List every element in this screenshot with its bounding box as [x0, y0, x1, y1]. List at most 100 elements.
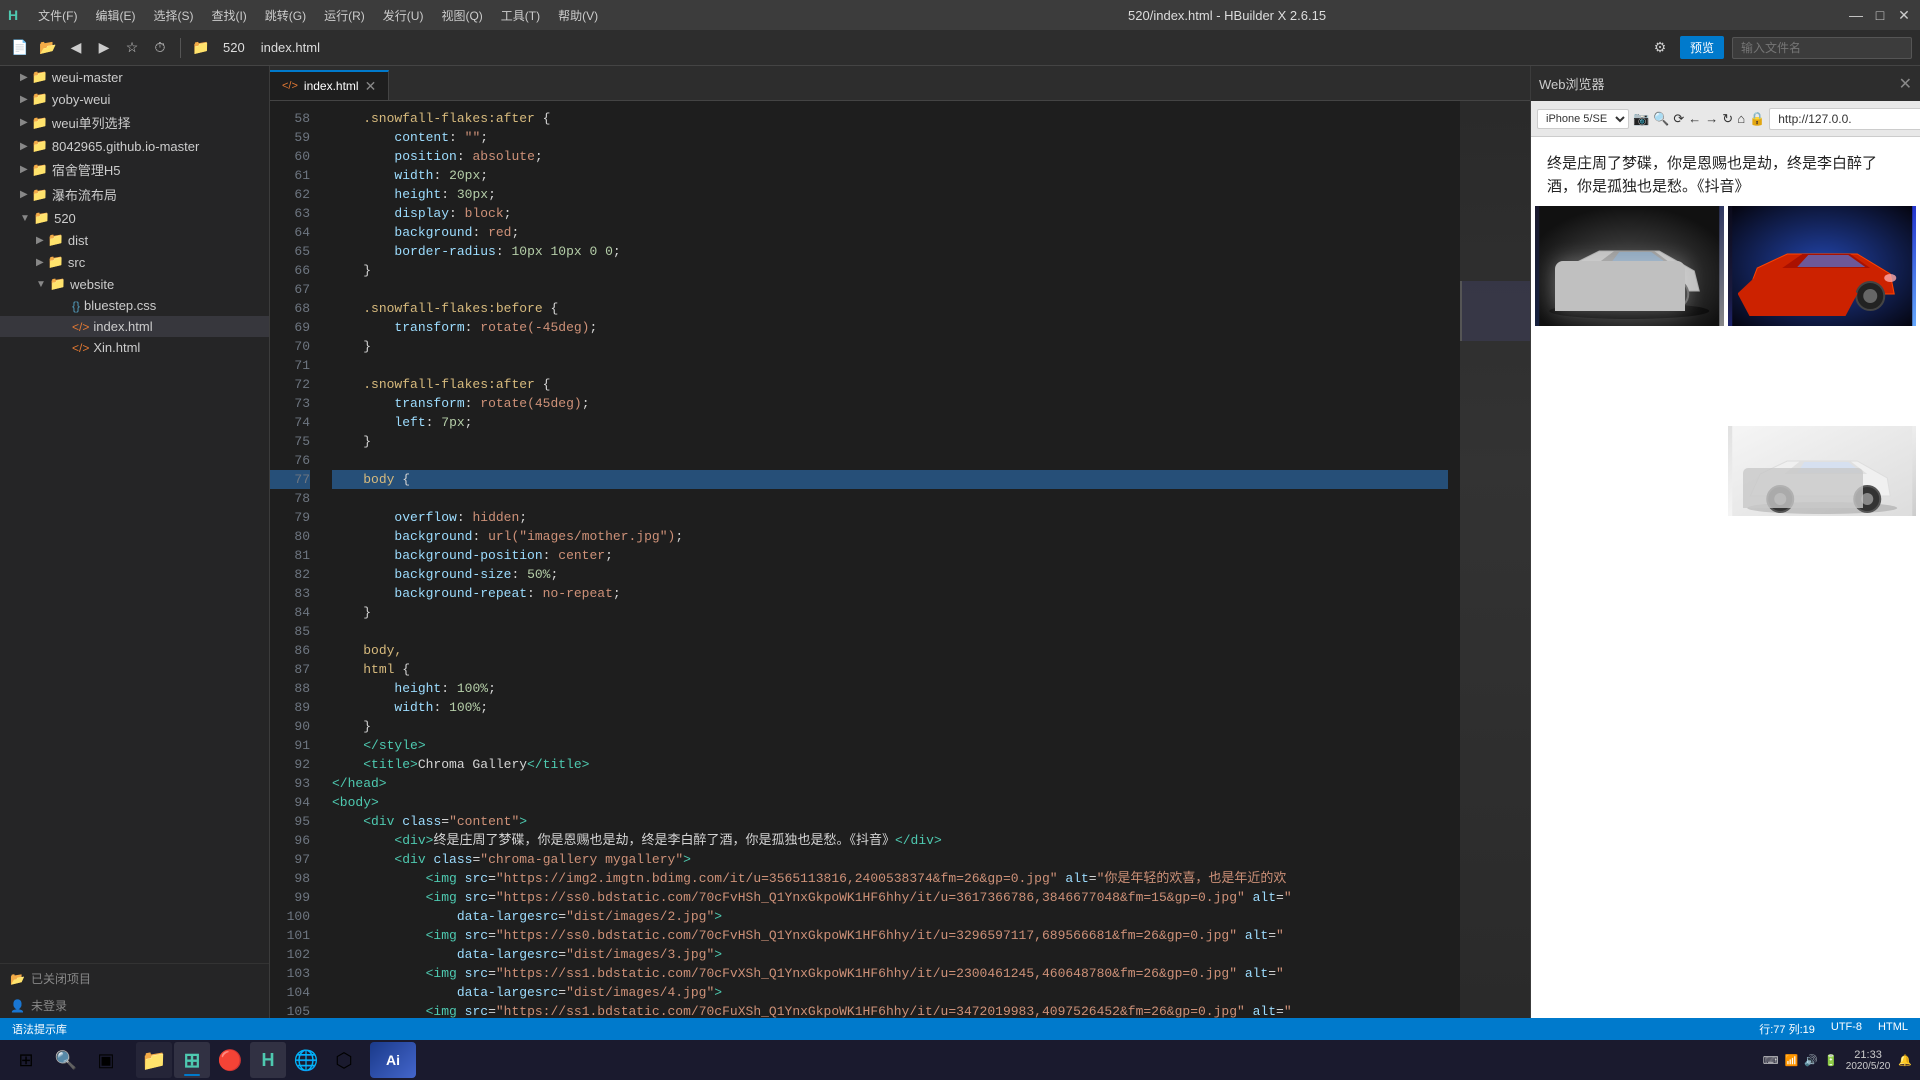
car-image-2 [1728, 206, 1917, 326]
open-button[interactable]: 📂 [36, 36, 60, 60]
file-search-input[interactable] [1732, 37, 1912, 59]
folder-explorer-button[interactable]: 📁 [189, 36, 213, 60]
sidebar-item-label: 宿舍管理H5 [52, 160, 121, 179]
sidebar-item-dorm[interactable]: ▶ 📁 宿舍管理H5 [0, 157, 269, 182]
expand-arrow: ▶ [20, 164, 28, 175]
tab-index-html[interactable]: </> index.html ✕ [270, 70, 389, 100]
ai-button[interactable]: Ai [370, 1042, 416, 1078]
tab-close-button[interactable]: ✕ [365, 78, 377, 95]
bookmark-button[interactable]: ☆ [120, 36, 144, 60]
login-status-label: 未登录 [31, 997, 67, 1014]
app-logo: H [8, 7, 18, 23]
app5-icon: ⬡ [335, 1048, 352, 1073]
vscode-icon: ⊞ [184, 1048, 201, 1073]
status-row-col: 行:77 列:19 [1759, 1021, 1815, 1037]
menu-goto[interactable]: 跳转(G) [257, 5, 314, 26]
browser-lock-button[interactable]: 🔒 [1749, 107, 1765, 131]
window-controls: — □ ✕ [1848, 7, 1912, 23]
tab-label: index.html [304, 79, 359, 93]
minimap-content [1460, 101, 1530, 1018]
status-bar: 语法提示库 行:77 列:19 UTF-8 HTML [0, 1018, 1920, 1040]
sidebar-item-waterfall[interactable]: ▶ 📁 瀑布流布局 [0, 182, 269, 207]
taskbar-hbuilder[interactable]: H [250, 1042, 286, 1078]
sidebar-item-weui-master[interactable]: ▶ 📁 weui-master [0, 66, 269, 88]
sidebar-item-github[interactable]: ▶ 📁 8042965.github.io-master [0, 135, 269, 157]
notification-button[interactable]: 🔔 [1898, 1054, 1912, 1067]
taskbar-chrome[interactable]: 🌐 [288, 1042, 324, 1078]
browser-refresh-button[interactable]: ↻ [1722, 107, 1733, 131]
maximize-button[interactable]: □ [1872, 7, 1888, 23]
code-container: 5859606162 6364656667 6869707172 7374757… [270, 101, 1530, 1018]
forward-button[interactable]: ▶ [92, 36, 116, 60]
taskbar-app5[interactable]: ⬡ [326, 1042, 362, 1078]
sidebar-spacer [0, 358, 269, 963]
sidebar-item-label: weui-master [52, 70, 123, 85]
menu-run[interactable]: 运行(R) [316, 5, 373, 26]
browser-title-bar: Web浏览器 ✕ [1531, 66, 1920, 101]
preview-blank-area [1531, 612, 1920, 1018]
browser-screenshot-button[interactable]: 📷 [1633, 107, 1649, 131]
sidebar-item-xin-html[interactable]: </> Xin.html [0, 337, 269, 358]
sidebar-item-src[interactable]: ▶ 📁 src [0, 251, 269, 273]
folder-icon: 📁 [32, 115, 48, 131]
minimize-button[interactable]: — [1848, 7, 1864, 23]
expand-arrow: ▶ [20, 94, 28, 105]
expand-arrow: ▶ [36, 257, 44, 268]
menu-view[interactable]: 视图(Q) [433, 5, 490, 26]
menu-file[interactable]: 文件(F) [30, 5, 85, 26]
folder-icon: 📁 [50, 276, 66, 292]
menu-tools[interactable]: 工具(T) [493, 5, 548, 26]
sidebar-item-label: index.html [93, 319, 152, 334]
browser-toolbar: iPhone 5/SE 📷 🔍 ⟳ ← → ↻ ⌂ 🔒 ⚙ [1531, 101, 1920, 137]
device-selector[interactable]: iPhone 5/SE [1537, 109, 1629, 129]
sidebar-item-label: dist [68, 233, 88, 248]
expand-arrow: ▶ [20, 117, 28, 128]
sidebar-item-dist[interactable]: ▶ 📁 dist [0, 229, 269, 251]
close-button[interactable]: ✕ [1896, 7, 1912, 23]
preview-button[interactable]: 预览 [1680, 36, 1724, 59]
back-button[interactable]: ◀ [64, 36, 88, 60]
menu-publish[interactable]: 发行(U) [375, 5, 432, 26]
volume-icon[interactable]: 🔊 [1804, 1054, 1818, 1067]
menu-edit[interactable]: 编辑(E) [87, 5, 143, 26]
expand-arrow: ▼ [20, 213, 30, 224]
code-editor[interactable]: .snowfall-flakes:after { content: ""; po… [320, 101, 1460, 1018]
menu-help[interactable]: 帮助(V) [550, 5, 606, 26]
ai-label: Ai [386, 1052, 400, 1068]
sidebar-item-index-html[interactable]: </> index.html [0, 316, 269, 337]
sidebar-item-bluestep-css[interactable]: {} bluestep.css [0, 295, 269, 316]
network-icon[interactable]: 📶 [1785, 1054, 1799, 1067]
sidebar-item-weui-select[interactable]: ▶ 📁 weui单列选择 [0, 110, 269, 135]
history-button[interactable]: ⏱ [148, 36, 172, 60]
browser-close-button[interactable]: ✕ [1899, 74, 1912, 94]
sidebar-item-520[interactable]: ▼ 📁 520 [0, 207, 269, 229]
sidebar-item-label: 8042965.github.io-master [52, 139, 199, 154]
menu-select[interactable]: 选择(S) [145, 5, 201, 26]
sidebar-item-website[interactable]: ▼ 📁 website [0, 273, 269, 295]
taskbar-app3[interactable]: 🔴 [212, 1042, 248, 1078]
new-file-button[interactable]: 📄 [8, 36, 32, 60]
browser-rotate-button[interactable]: ⟳ [1673, 107, 1684, 131]
browser-forward-button[interactable]: → [1705, 107, 1718, 131]
taskbar-right: ⌨ 📶 🔊 🔋 21:33 2020/5/20 🔔 [1763, 1049, 1912, 1072]
browser-home-button[interactable]: ⌂ [1737, 107, 1745, 131]
clock[interactable]: 21:33 2020/5/20 [1846, 1049, 1891, 1072]
battery-icon[interactable]: 🔋 [1824, 1054, 1838, 1067]
taskbar-explorer[interactable]: 📁 [136, 1042, 172, 1078]
sidebar-item-label: website [70, 277, 114, 292]
start-button[interactable]: ⊞ [8, 1042, 44, 1078]
search-button[interactable]: 🔍 [48, 1042, 84, 1078]
sidebar-item-label: yoby-weui [52, 92, 111, 107]
folder-icon: 📁 [32, 187, 48, 203]
browser-back-button[interactable]: ← [1688, 107, 1701, 131]
task-view-button[interactable]: ▣ [88, 1042, 124, 1078]
car-image-1 [1535, 206, 1724, 326]
editor-tabs: </> index.html ✕ [270, 66, 1530, 101]
menu-find[interactable]: 查找(I) [203, 5, 254, 26]
browser-inspect-button[interactable]: 🔍 [1653, 107, 1669, 131]
url-bar[interactable] [1769, 108, 1920, 130]
keyboard-icon[interactable]: ⌨ [1763, 1054, 1779, 1067]
taskbar-vscode[interactable]: ⊞ [174, 1042, 210, 1078]
filter-button[interactable]: ⚙ [1648, 36, 1672, 60]
sidebar-item-yoby-weui[interactable]: ▶ 📁 yoby-weui [0, 88, 269, 110]
